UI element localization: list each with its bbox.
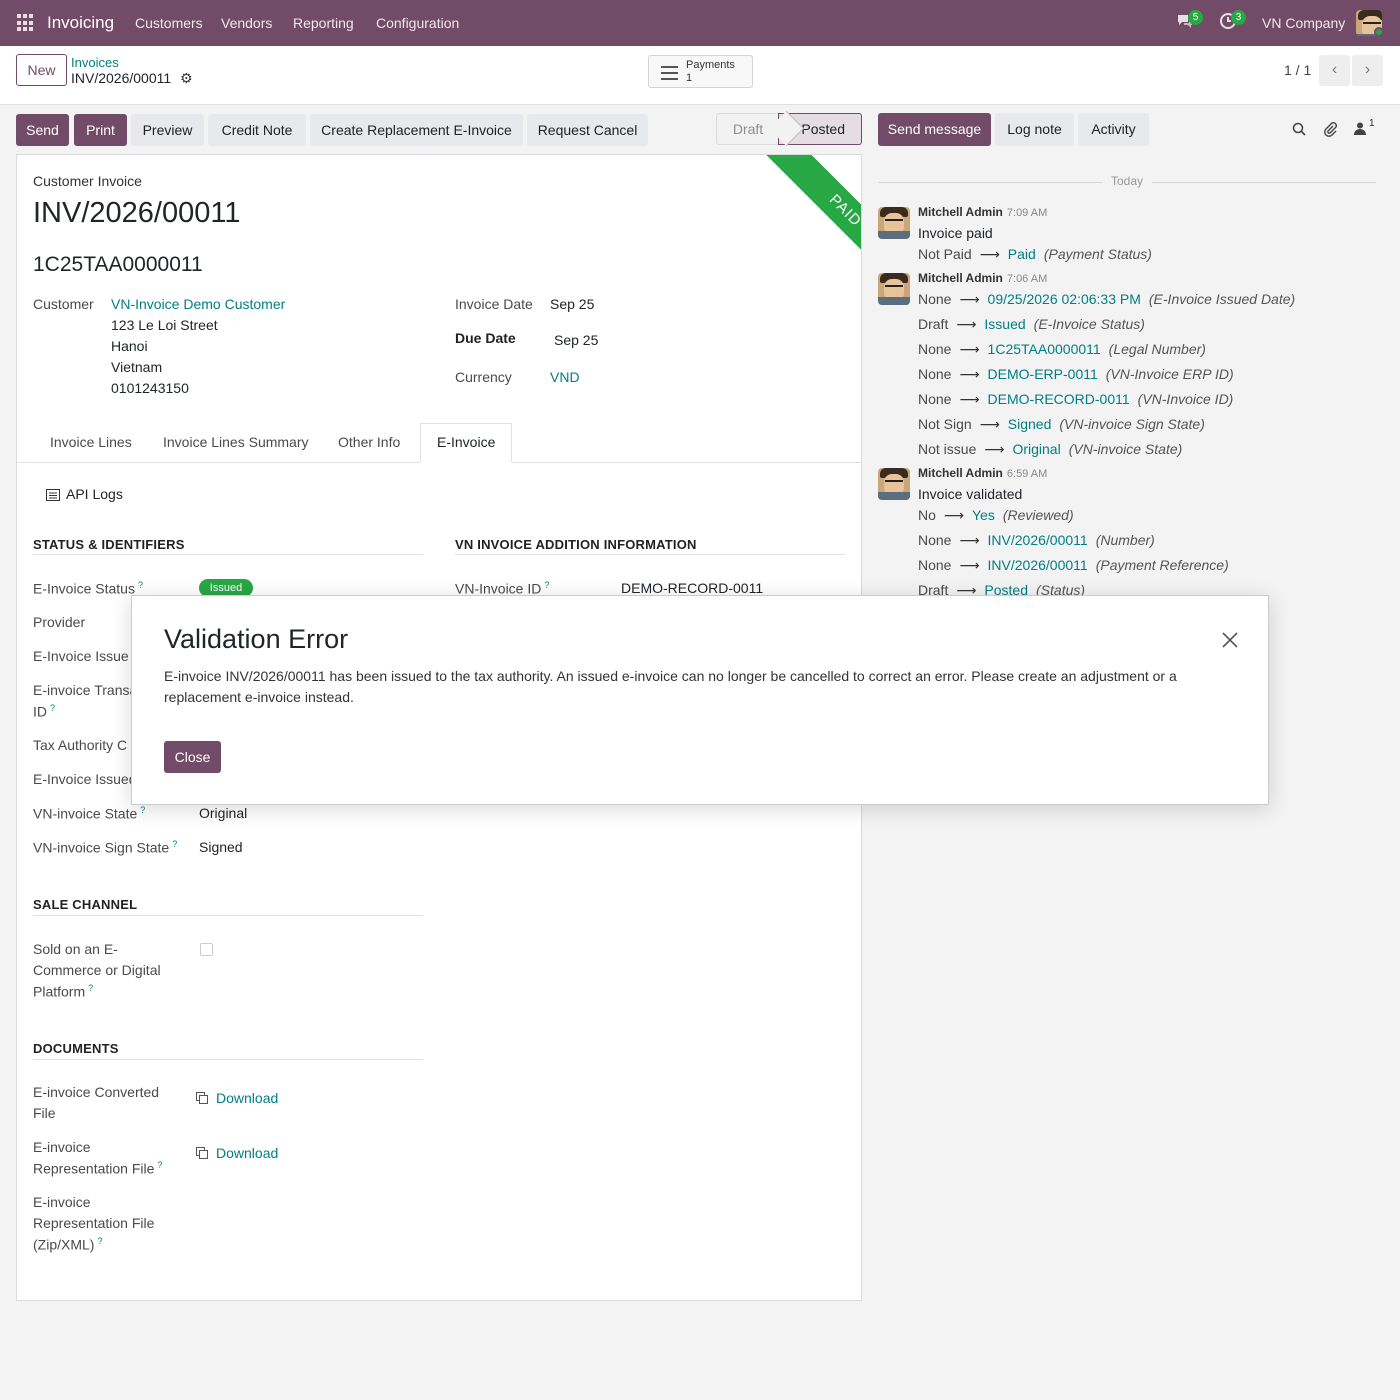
dialog-message: E-invoice INV/2026/00011 has been issued… — [164, 668, 1177, 705]
close-button[interactable]: Close — [164, 741, 221, 773]
dialog-title: Validation Error — [164, 624, 349, 654]
close-icon[interactable] — [1218, 628, 1242, 652]
validation-error-dialog: Validation Error E-invoice INV/2026/0001… — [131, 595, 1269, 805]
